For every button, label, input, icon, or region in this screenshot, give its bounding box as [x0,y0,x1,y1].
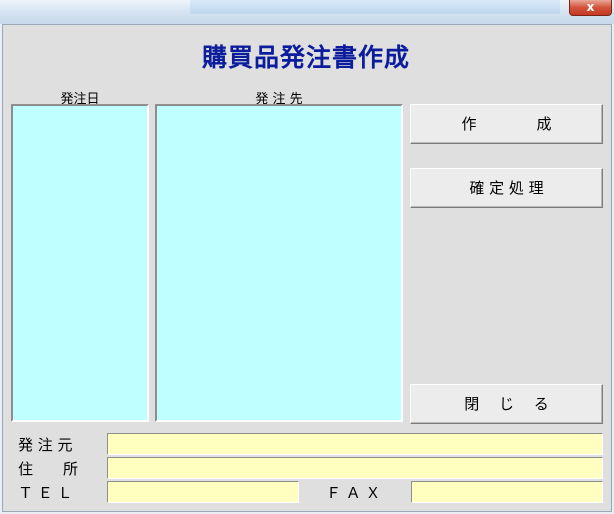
tel-field[interactable] [107,481,299,503]
close-icon: x [586,0,595,14]
tel-label: Ｔ Ｅ Ｌ [18,484,73,502]
address-field[interactable] [107,457,603,479]
form-title: 購買品発注書作成 [201,43,410,72]
titlebar-glow [190,0,560,14]
supplier-listbox[interactable] [155,104,403,422]
close-button[interactable]: 閉 じ る [410,384,603,424]
create-button[interactable]: 作 成 [410,104,603,144]
window-titlebar: x [0,0,614,24]
fax-field[interactable] [411,481,603,503]
confirm-button[interactable]: 確 定 処 理 [410,168,603,208]
window-close-button[interactable]: x [569,0,612,16]
fax-label: Ｆ Ａ Ｘ [326,484,381,502]
order-date-listbox[interactable] [11,104,149,422]
address-label: 住 所 [18,460,79,478]
orderer-field[interactable] [107,433,603,455]
orderer-label: 発 注 元 [18,436,73,454]
